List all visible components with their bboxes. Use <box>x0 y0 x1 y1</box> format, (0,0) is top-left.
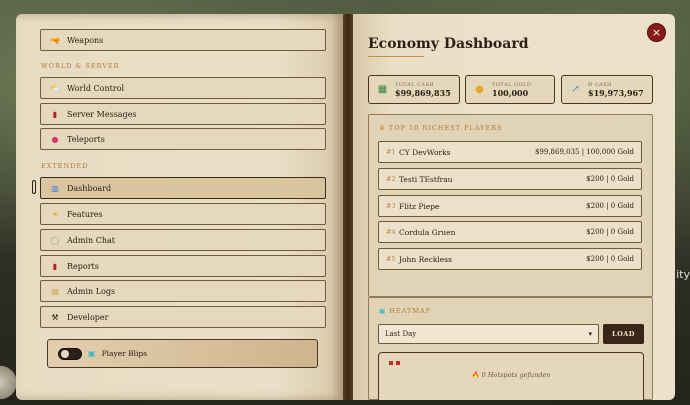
player-row[interactable]: #5 John Reckless $200 | 0 Gold <box>378 248 642 270</box>
player-blips-label: Player Blips <box>101 349 148 358</box>
stat-total-gold-value: 100,000 <box>492 87 529 98</box>
cash-icon: ▦ <box>377 84 388 95</box>
features-icon: ✶ <box>51 209 59 219</box>
nav-teleports[interactable]: ● Teleports <box>40 128 326 150</box>
nav-developer[interactable]: ⚒ Developer <box>40 306 326 328</box>
map-icon: ▣ <box>88 349 96 358</box>
chart-icon: ↗ <box>571 84 580 95</box>
heatmap-title: ▣ HEATMAP <box>379 307 432 315</box>
nav-dashboard-label: Dashboard <box>67 183 112 193</box>
nav-server-messages[interactable]: ▮ Server Messages <box>40 103 326 125</box>
time-range-select[interactable]: Last Day ▾ <box>378 324 599 344</box>
stat-total-cash: ▦ TOTAL CASH $99,869,835 <box>368 75 460 104</box>
stat-total-gold-label: TOTAL GOLD <box>492 81 532 88</box>
page-title: Economy Dashboard <box>368 36 529 52</box>
nav-admin-chat-label: Admin Chat <box>67 235 115 245</box>
admin-logs-icon: ▤ <box>51 286 59 296</box>
world-control-icon: ⛅ <box>50 83 60 93</box>
nav-features[interactable]: ✶ Features <box>40 203 326 225</box>
close-button[interactable]: × <box>647 23 666 42</box>
title-underline <box>368 56 424 57</box>
stat-total-gold: ● TOTAL GOLD 100,000 <box>465 75 555 104</box>
stat-average-cash: ↗ Ø CASH $19,973,967 <box>561 75 653 104</box>
gold-icon: ● <box>475 84 484 95</box>
chevron-down-icon: ▾ <box>588 330 592 338</box>
nav-admin-logs[interactable]: ▤ Admin Logs <box>40 280 326 302</box>
dashboard-icon: ▥ <box>51 183 59 193</box>
nav-admin-chat[interactable]: ◯ Admin Chat <box>40 229 326 251</box>
section-world-server: WORLD & SERVER <box>41 62 120 70</box>
navigation-page: 🔫 Weapons WORLD & SERVER ⛅ World Control… <box>16 14 343 400</box>
nav-world-control[interactable]: ⛅ World Control <box>40 77 326 99</box>
background-edge-text: ity <box>676 268 690 281</box>
hotspots-status: 🔥 0 Hotspots gefunden <box>471 371 551 379</box>
section-extended: EXTENDED <box>41 162 89 170</box>
trophy-icon: ♛ <box>379 124 386 132</box>
compass-decoration <box>0 360 16 405</box>
heatmap-icon: ▣ <box>379 307 387 315</box>
nav-weapons-label: Weapons <box>67 35 104 45</box>
nav-server-messages-label: Server Messages <box>67 109 137 119</box>
weapons-icon: 🔫 <box>50 35 60 45</box>
time-range-value: Last Day <box>385 330 417 338</box>
nav-weapons[interactable]: 🔫 Weapons <box>40 29 326 51</box>
teleports-icon: ● <box>51 134 59 144</box>
server-messages-icon: ▮ <box>52 109 58 119</box>
richest-players-title: ♛ TOP 10 RICHEST PLAYERS <box>379 124 503 132</box>
book-spine <box>343 14 353 400</box>
player-row[interactable]: #1 CY DevWorks $99,869,035 | 100,000 Gol… <box>378 141 642 163</box>
heatmap-legend <box>389 361 403 365</box>
richest-players-panel: ♛ TOP 10 RICHEST PLAYERS #1 CY DevWorks … <box>368 114 653 297</box>
fire-icon: 🔥 <box>471 371 480 379</box>
nav-world-control-label: World Control <box>67 83 125 93</box>
admin-chat-icon: ◯ <box>50 235 60 245</box>
player-row[interactable]: #2 Testi TEstfrau $200 | 0 Gold <box>378 168 642 190</box>
nav-admin-logs-label: Admin Logs <box>67 286 116 296</box>
heatmap-panel: ▣ HEATMAP Last Day ▾ LOAD 🔥 0 Hotspots g… <box>368 297 653 400</box>
heatmap-display: 🔥 0 Hotspots gefunden <box>378 352 644 400</box>
player-blips-toggle[interactable] <box>58 347 82 360</box>
stat-average-cash-value: $19,973,967 <box>588 87 644 98</box>
player-blips-toggle-row[interactable]: ▣ Player Blips <box>47 339 318 368</box>
active-indicator <box>32 180 36 194</box>
nav-reports-label: Reports <box>67 261 99 271</box>
player-row[interactable]: #4 Cordula Gruen $200 | 0 Gold <box>378 221 642 243</box>
developer-icon: ⚒ <box>51 312 59 322</box>
nav-dashboard[interactable]: ▥ Dashboard <box>40 177 326 199</box>
nav-developer-label: Developer <box>67 312 109 322</box>
load-button[interactable]: LOAD <box>603 324 644 344</box>
nav-teleports-label: Teleports <box>67 134 105 144</box>
stat-total-cash-value: $99,869,835 <box>395 87 451 98</box>
nav-features-label: Features <box>67 209 103 219</box>
reports-icon: ▮ <box>52 261 58 271</box>
nav-reports[interactable]: ▮ Reports <box>40 255 326 277</box>
player-row[interactable]: #3 Flitz Piepe $200 | 0 Gold <box>378 195 642 217</box>
economy-dashboard-page: Economy Dashboard × ▦ TOTAL CASH $99,869… <box>353 14 675 400</box>
